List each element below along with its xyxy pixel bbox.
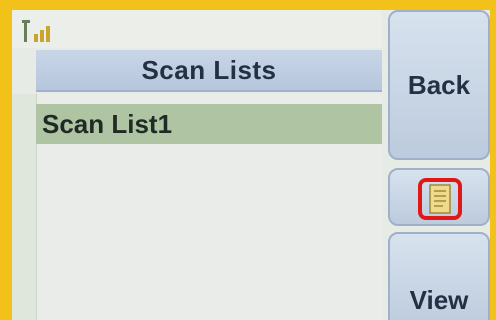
view-button-label: View bbox=[409, 285, 469, 315]
softkey-column: Back View bbox=[388, 10, 490, 320]
device-screen: Scan Lists Scan List1 Back View bbox=[12, 10, 490, 320]
list-item-label: Scan List1 bbox=[42, 108, 173, 139]
view-button[interactable]: View bbox=[388, 232, 490, 320]
options-button[interactable] bbox=[388, 168, 490, 226]
list-item[interactable]: Scan List1 bbox=[36, 104, 382, 144]
scan-list: Scan List1 bbox=[12, 94, 382, 320]
status-bar bbox=[12, 10, 382, 48]
page-title: Scan Lists bbox=[141, 54, 277, 85]
title-bar: Scan Lists bbox=[36, 50, 382, 92]
back-button-label: Back bbox=[407, 69, 471, 100]
document-icon[interactable] bbox=[429, 184, 451, 214]
device-frame: Scan Lists Scan List1 Back View bbox=[0, 0, 496, 320]
back-button[interactable]: Back bbox=[388, 10, 490, 160]
list-gutter bbox=[12, 94, 37, 320]
signal-strength-icon bbox=[22, 20, 50, 42]
highlight-box bbox=[418, 178, 462, 220]
